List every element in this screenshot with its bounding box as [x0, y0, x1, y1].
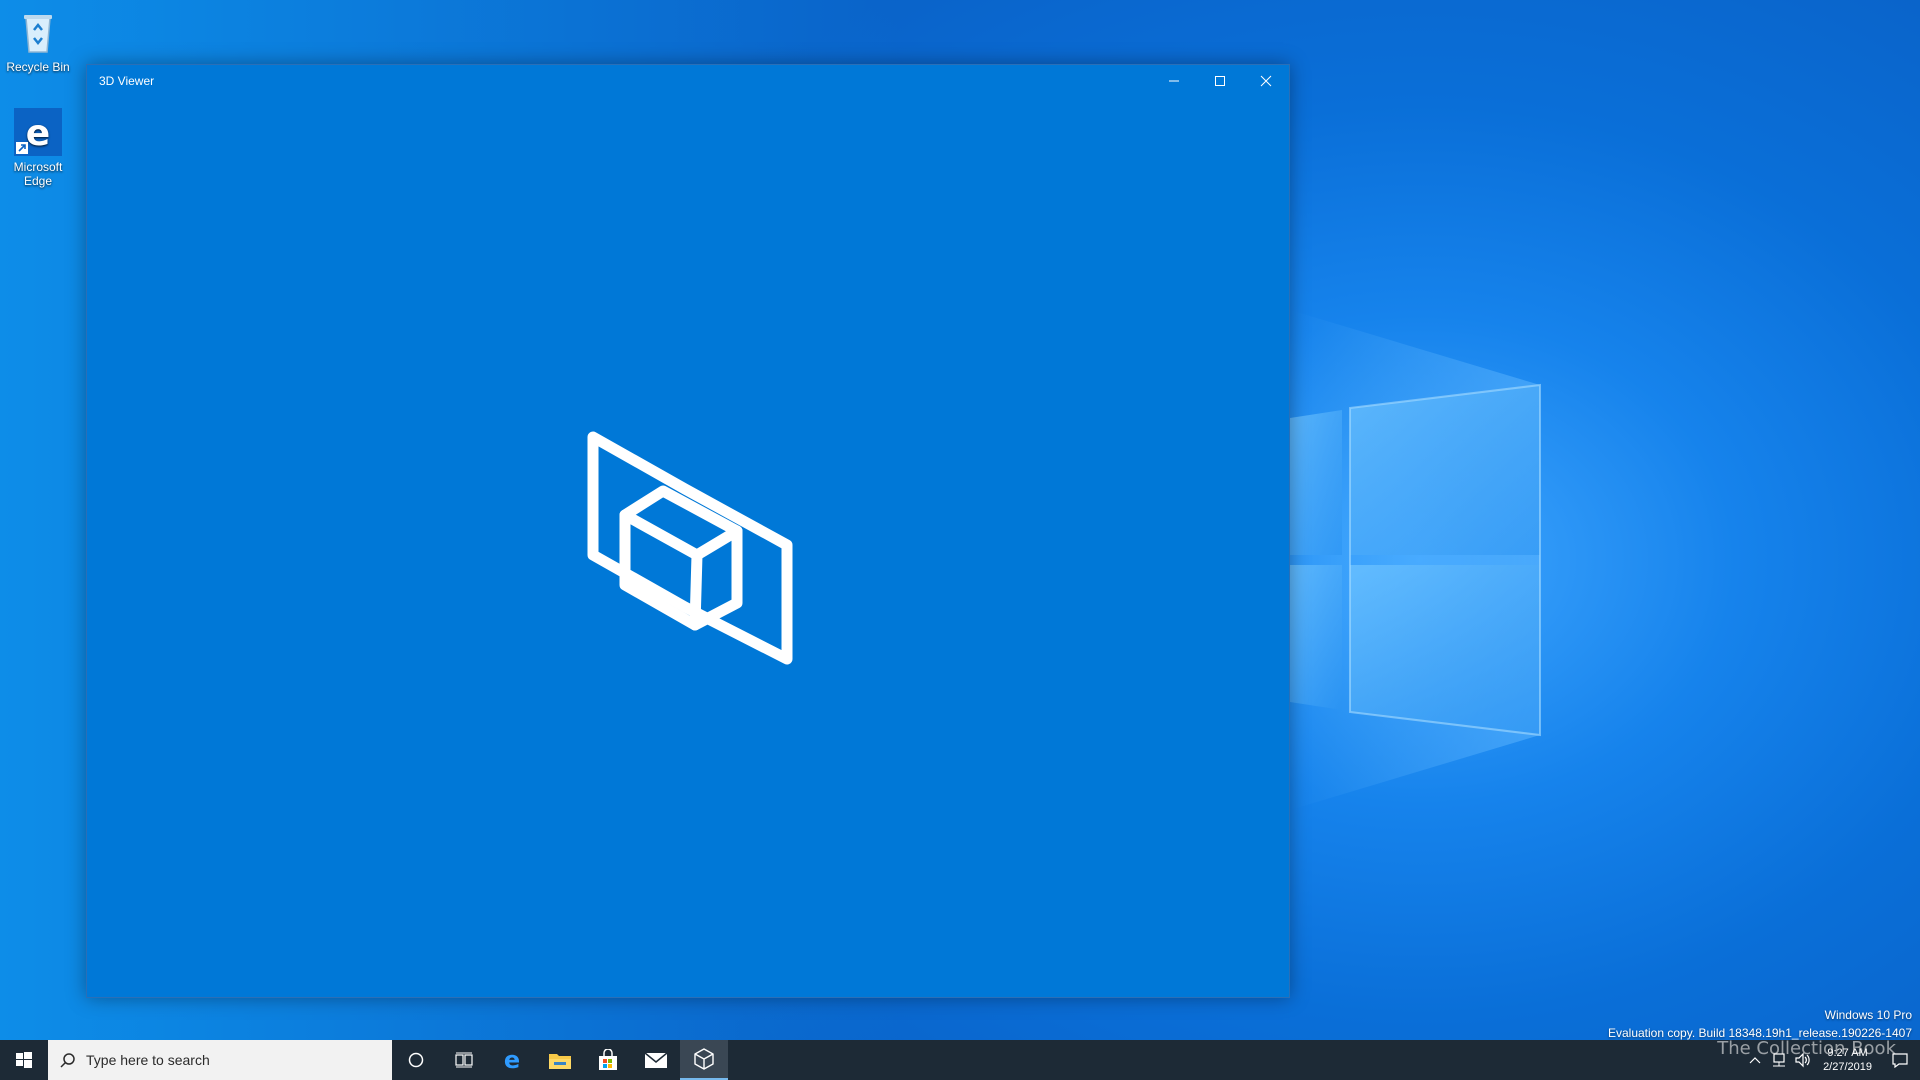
- desktop-icon-recycle-bin[interactable]: Recycle Bin: [0, 8, 76, 74]
- svg-text:e: e: [26, 113, 50, 154]
- start-button[interactable]: [0, 1040, 48, 1080]
- store-icon: [599, 1049, 617, 1070]
- svg-text:e: e: [504, 1048, 520, 1072]
- taskbar-edge-button[interactable]: e: [488, 1040, 536, 1080]
- windows-edition-text: Windows 10 Pro: [1824, 1008, 1912, 1022]
- window-titlebar[interactable]: 3D Viewer: [87, 65, 1289, 97]
- 3d-viewer-icon: [694, 1048, 714, 1070]
- window-title: 3D Viewer: [99, 74, 155, 88]
- mail-icon: [644, 1052, 668, 1068]
- taskbar-mail-button[interactable]: [632, 1040, 680, 1080]
- taskbar-file-explorer-button[interactable]: [536, 1040, 584, 1080]
- task-view-button[interactable]: [440, 1040, 488, 1080]
- taskbar-store-button[interactable]: [584, 1040, 632, 1080]
- site-watermark: The Collection Book: [1717, 1038, 1896, 1059]
- edge-icon: e: [504, 1048, 520, 1072]
- task-view-icon: [455, 1052, 473, 1068]
- close-icon: [1260, 75, 1272, 87]
- 3d-viewer-splash-icon: [587, 431, 793, 665]
- recycle-bin-icon: [14, 8, 62, 56]
- edge-icon: e: [14, 108, 62, 156]
- file-explorer-icon: [549, 1054, 571, 1069]
- cortana-icon: [408, 1052, 424, 1068]
- desktop-icon-label: Recycle Bin: [6, 60, 70, 74]
- clock-date: 2/27/2019: [1823, 1061, 1872, 1073]
- search-placeholder: Type here to search: [86, 1052, 210, 1068]
- evaluation-watermark: Windows 10 Pro Evaluation copy. Build 18…: [1608, 1006, 1912, 1042]
- minimize-icon: [1169, 80, 1179, 82]
- desktop-icon-microsoft-edge[interactable]: e Microsoft Edge: [0, 108, 76, 188]
- taskbar-3d-viewer-button[interactable]: [680, 1040, 728, 1080]
- maximize-icon: [1215, 76, 1225, 86]
- app-window-3d-viewer[interactable]: 3D Viewer: [86, 64, 1290, 998]
- close-button[interactable]: [1243, 65, 1289, 97]
- taskbar: Type here to search e 9:27 AM 2/27/2019: [0, 1040, 1920, 1080]
- minimize-button[interactable]: [1151, 65, 1197, 97]
- search-icon: [60, 1053, 75, 1068]
- cortana-button[interactable]: [392, 1040, 440, 1080]
- taskbar-search-box[interactable]: Type here to search: [48, 1040, 392, 1080]
- desktop-icon-label: Microsoft Edge: [13, 160, 63, 188]
- maximize-button[interactable]: [1197, 65, 1243, 97]
- windows-start-icon: [16, 1052, 32, 1068]
